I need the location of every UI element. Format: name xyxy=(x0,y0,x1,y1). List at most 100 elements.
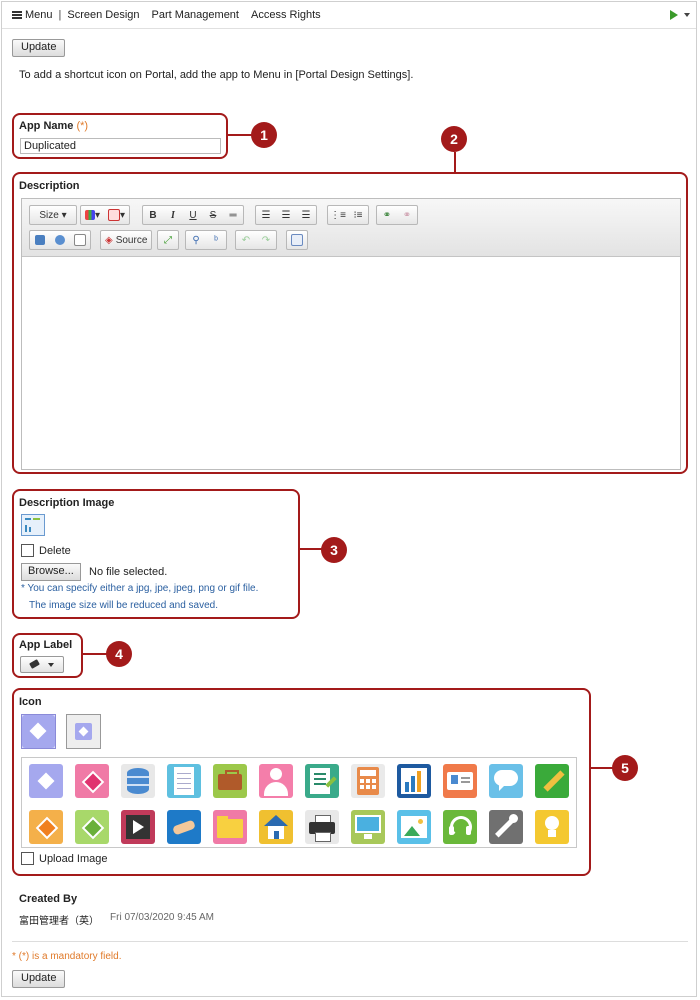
callout-5: 5 xyxy=(612,755,638,781)
wrench-icon[interactable] xyxy=(489,810,523,844)
created-by-label: Created By xyxy=(19,893,78,905)
align-right-icon[interactable]: ☰ xyxy=(296,206,316,224)
run-icon[interactable] xyxy=(670,10,678,20)
preview-icon[interactable] xyxy=(70,231,90,249)
delete-image-label: Delete xyxy=(39,545,71,557)
editor-toolbar: Size ▾ ▾ ▾ B I U S ═ ☰ ☰ ☰ ⋮≡ ⁝≡ ⚭ ⚭ ◈ S… xyxy=(22,199,680,257)
align-group: ☰ ☰ ☰ xyxy=(255,205,317,225)
diamond-green-icon[interactable] xyxy=(75,810,109,844)
strike-button[interactable]: S xyxy=(203,206,223,224)
house-icon[interactable] xyxy=(259,810,293,844)
find-icon[interactable]: ⚲ xyxy=(186,231,206,249)
created-by-user: 富田管理者（英） xyxy=(19,916,99,927)
size-dropdown[interactable]: Size ▾ xyxy=(29,205,77,225)
bold-button[interactable]: B xyxy=(143,206,163,224)
file-status: No file selected. xyxy=(89,566,168,578)
pencil-icon[interactable] xyxy=(535,764,569,798)
upload-image-checkbox[interactable] xyxy=(21,852,34,865)
file-type-note: * You can specify either a jpg, jpe, jpe… xyxy=(21,583,259,594)
text-color-icon[interactable]: ▾ xyxy=(81,206,104,224)
nav-part-management[interactable]: Part Management xyxy=(146,9,245,21)
table-icon[interactable]: ▾ xyxy=(104,206,129,224)
portal-notice: To add a shortcut icon on Portal, add th… xyxy=(19,69,414,81)
browse-button[interactable]: Browse... xyxy=(21,563,81,581)
top-menu: Menu | Screen Design Part Management Acc… xyxy=(12,9,327,21)
selected-icon-small[interactable] xyxy=(66,714,101,749)
app-label-label: App Label xyxy=(19,639,73,651)
description-label: Description xyxy=(19,180,80,192)
tag-icon xyxy=(29,659,40,669)
blocks-group xyxy=(286,230,308,250)
film-icon[interactable] xyxy=(121,810,155,844)
folder-icon[interactable] xyxy=(213,810,247,844)
document-icon[interactable] xyxy=(167,764,201,798)
headset-icon[interactable] xyxy=(443,810,477,844)
footer-divider xyxy=(12,941,688,942)
editor-content-area[interactable] xyxy=(22,257,680,469)
italic-button[interactable]: I xyxy=(163,206,183,224)
numbered-list-icon[interactable]: ⋮≡ xyxy=(328,206,348,224)
replace-icon[interactable]: ᵇ xyxy=(206,231,226,249)
diamond-orange-icon[interactable] xyxy=(29,810,63,844)
document-group xyxy=(29,230,91,250)
update-button-bottom[interactable]: Update xyxy=(12,970,66,988)
image-size-note: The image size will be reduced and saved… xyxy=(29,600,218,611)
update-button-top[interactable]: Update xyxy=(12,39,66,57)
delete-image-checkbox[interactable] xyxy=(21,544,34,557)
underline-button[interactable]: U xyxy=(183,206,203,224)
callout-4: 4 xyxy=(106,641,132,667)
list-group: ⋮≡ ⁝≡ xyxy=(327,205,369,225)
maximize-icon[interactable]: ⤢ xyxy=(158,231,178,249)
align-center-icon[interactable]: ☰ xyxy=(276,206,296,224)
source-button[interactable]: ◈ Source xyxy=(100,230,153,250)
person-icon[interactable] xyxy=(259,764,293,798)
selected-icon-large[interactable] xyxy=(21,714,56,749)
printer-icon[interactable] xyxy=(305,810,339,844)
app-label-dropdown[interactable] xyxy=(20,656,64,673)
speech-bubble-icon[interactable] xyxy=(489,764,523,798)
callout-1: 1 xyxy=(251,122,277,148)
bar-chart-icon[interactable] xyxy=(397,764,431,798)
color-group: ▾ ▾ xyxy=(80,205,131,225)
link-icon[interactable]: ⚭ xyxy=(377,206,397,224)
icon-label: Icon xyxy=(19,696,42,708)
callout-3: 3 xyxy=(321,537,347,563)
description-image-label: Description Image xyxy=(19,497,115,509)
monitor-icon[interactable] xyxy=(351,810,385,844)
upload-image-label: Upload Image xyxy=(39,853,108,865)
run-dropdown-icon[interactable] xyxy=(684,13,690,17)
menu-icon[interactable] xyxy=(12,10,22,20)
handshake-icon[interactable] xyxy=(167,810,201,844)
show-blocks-icon[interactable] xyxy=(287,231,307,249)
description-editor: Size ▾ ▾ ▾ B I U S ═ ☰ ☰ ☰ ⋮≡ ⁝≡ ⚭ ⚭ ◈ S… xyxy=(21,198,681,470)
unlink-icon[interactable]: ⚭ xyxy=(397,206,417,224)
nav-access-rights[interactable]: Access Rights xyxy=(245,9,327,21)
menu-link[interactable]: Menu xyxy=(25,9,53,21)
bullet-list-icon[interactable]: ⁝≡ xyxy=(348,206,368,224)
mandatory-note: * (*) is a mandatory field. xyxy=(12,951,122,962)
briefcase-icon[interactable] xyxy=(213,764,247,798)
lightbulb-icon[interactable] xyxy=(535,810,569,844)
picture-icon[interactable] xyxy=(397,810,431,844)
horizontal-rule-icon[interactable]: ═ xyxy=(223,206,243,224)
undo-icon[interactable]: ↶ xyxy=(236,231,256,249)
chart-edit-icon[interactable] xyxy=(305,764,339,798)
template-icon[interactable] xyxy=(50,231,70,249)
align-left-icon[interactable]: ☰ xyxy=(256,206,276,224)
icon-grid xyxy=(21,757,577,848)
redo-icon[interactable]: ↷ xyxy=(256,231,276,249)
app-settings-frame: Menu | Screen Design Part Management Acc… xyxy=(1,1,697,997)
calculator-icon[interactable] xyxy=(351,764,385,798)
chevron-down-icon xyxy=(48,663,54,667)
id-card-icon[interactable] xyxy=(443,764,477,798)
diamond-pink-icon[interactable] xyxy=(75,764,109,798)
maximize-group: ⤢ xyxy=(157,230,179,250)
image-placeholder-icon xyxy=(21,514,45,536)
save-icon[interactable] xyxy=(30,231,50,249)
diamond-blue-icon[interactable] xyxy=(29,764,63,798)
created-by-timestamp: Fri 07/03/2020 9:45 AM xyxy=(110,912,214,923)
nav-screen-design[interactable]: Screen Design xyxy=(61,9,145,21)
database-icon[interactable] xyxy=(121,764,155,798)
format-group: B I U S ═ xyxy=(142,205,244,225)
app-name-input[interactable]: Duplicated xyxy=(20,138,221,154)
